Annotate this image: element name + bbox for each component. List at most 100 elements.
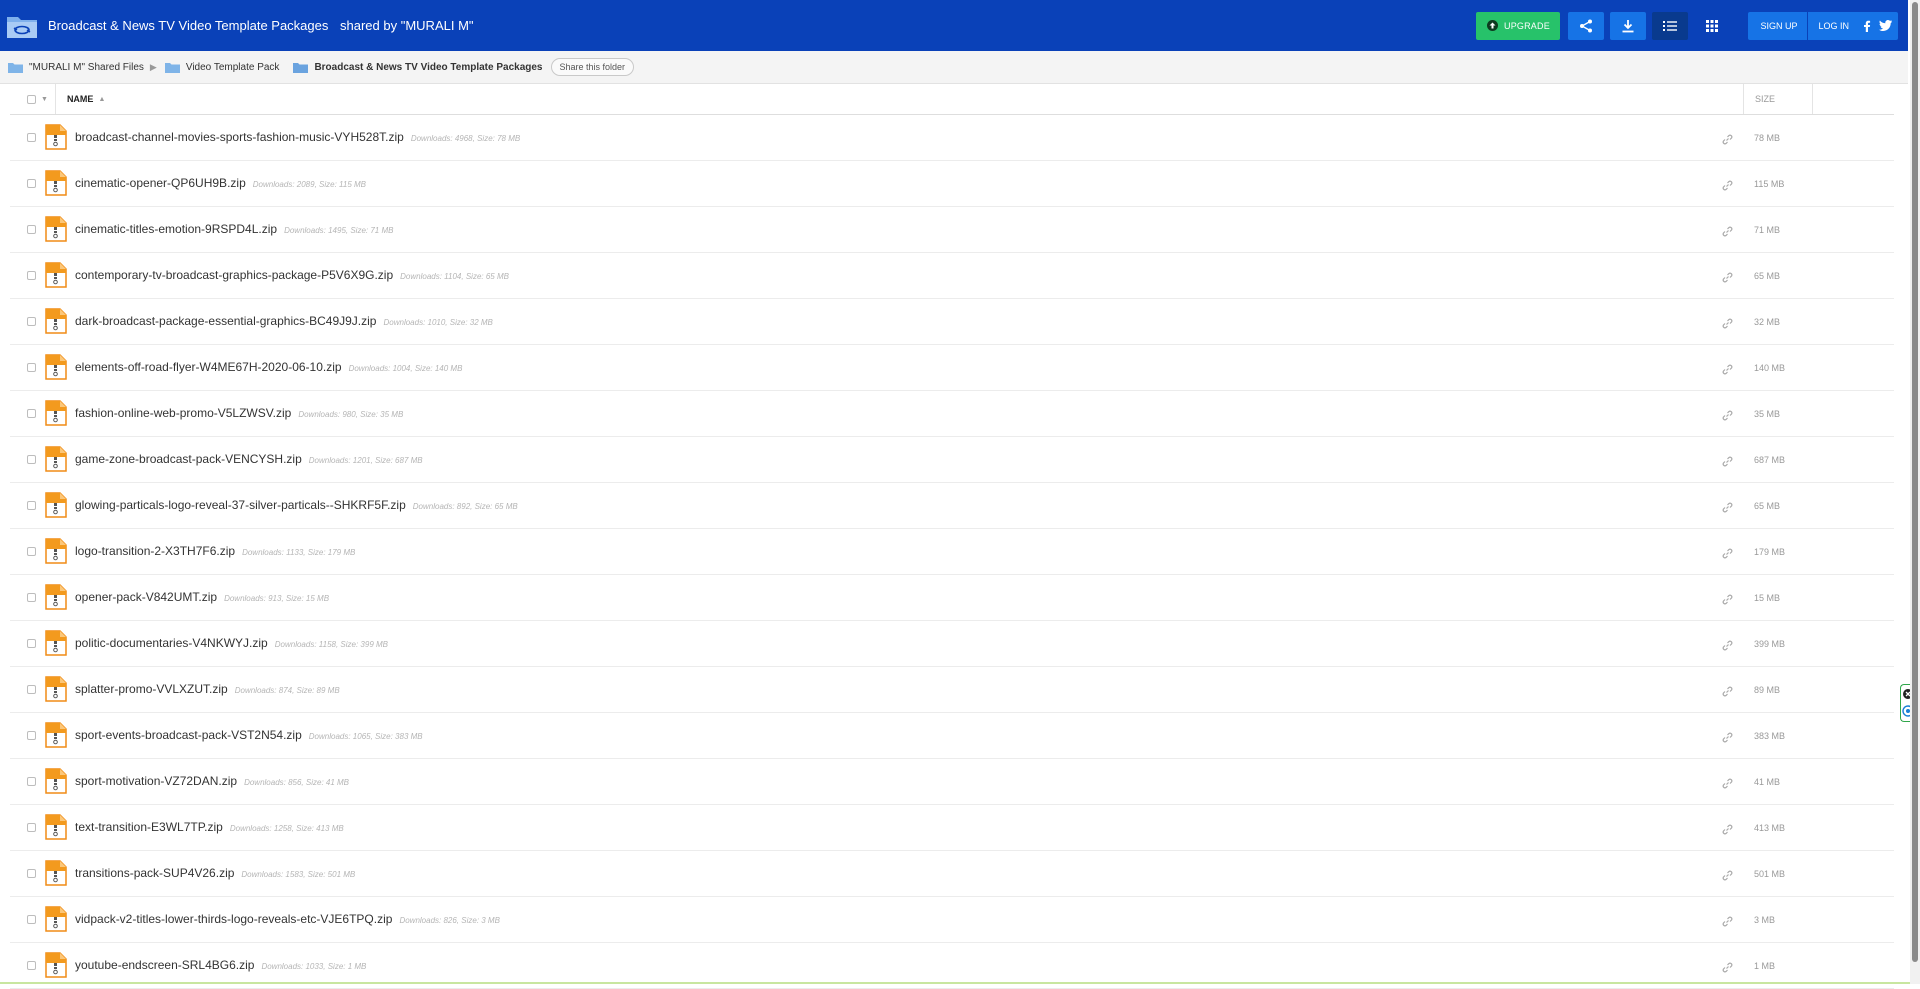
file-name-link[interactable]: splatter-promo-VVLXZUT.zip Downloads: 874… [75, 682, 340, 696]
file-name-link[interactable]: elements-off-road-flyer-W4ME67H-2020-06-… [75, 360, 462, 374]
row-checkbox[interactable] [27, 363, 36, 372]
table-row[interactable]: text-transition-E3WL7TP.zip Downloads: 12… [10, 805, 1894, 851]
table-row[interactable]: politic-documentaries-V4NKWYJ.zip Downloa… [10, 621, 1894, 667]
copy-link-button[interactable] [1722, 914, 1733, 932]
file-meta: Downloads: 1258, Size: 413 MB [229, 824, 344, 833]
row-checkbox[interactable] [27, 961, 36, 970]
row-checkbox[interactable] [27, 179, 36, 188]
table-row[interactable]: transitions-pack-SUP4V26.zip Downloads: 1… [10, 851, 1894, 897]
name-column-header[interactable]: NAME [67, 94, 94, 104]
row-checkbox[interactable] [27, 777, 36, 786]
copy-link-button[interactable] [1722, 638, 1733, 656]
table-row[interactable]: logo-transition-2-X3TH7F6.zip Downloads: … [10, 529, 1894, 575]
row-checkbox[interactable] [27, 731, 36, 740]
copy-link-button[interactable] [1722, 362, 1733, 380]
select-dropdown-chevron-down-icon[interactable]: ▼ [41, 96, 48, 103]
file-size: 399 MB [1754, 639, 1786, 649]
copy-link-button[interactable] [1722, 270, 1733, 288]
copy-link-button[interactable] [1722, 132, 1733, 150]
sort-ascending-icon[interactable]: ▲ [98, 96, 105, 103]
copy-link-button[interactable] [1722, 408, 1733, 426]
zip-file-icon [45, 768, 67, 794]
file-name-link[interactable]: transitions-pack-SUP4V26.zip Downloads: 1… [75, 866, 355, 880]
table-row[interactable]: cinematic-titles-emotion-9RSPD4L.zip Down… [10, 207, 1894, 253]
table-row[interactable]: dark-broadcast-package-essential-graphic… [10, 299, 1894, 345]
copy-link-button[interactable] [1722, 960, 1733, 978]
table-row[interactable]: vidpack-v2-titles-lower-thirds-logo-reve… [10, 897, 1894, 943]
copy-link-button[interactable] [1722, 500, 1733, 518]
table-row[interactable]: broadcast-channel-movies-sports-fashion-… [10, 115, 1894, 161]
row-checkbox[interactable] [27, 455, 36, 464]
column-divider [54, 84, 56, 114]
size-column-header[interactable]: SIZE [1755, 94, 1775, 104]
row-checkbox[interactable] [27, 915, 36, 924]
copy-link-button[interactable] [1722, 316, 1733, 334]
breadcrumb-item-shared-files[interactable]: "MURALI M" Shared Files [8, 62, 144, 73]
sign-up-button[interactable]: SIGN UP [1750, 12, 1807, 40]
file-name-link[interactable]: opener-pack-V842UMT.zip Downloads: 913, S… [75, 590, 329, 604]
copy-link-button[interactable] [1722, 822, 1733, 840]
file-name-link[interactable]: politic-documentaries-V4NKWYJ.zip Downloa… [75, 636, 388, 650]
share-folder-button[interactable]: Share this folder [550, 58, 635, 76]
table-row[interactable]: cinematic-opener-QP6UH9B.zip Downloads: 2… [10, 161, 1894, 207]
file-name-link[interactable]: glowing-particals-logo-reveal-37-silver-… [75, 498, 518, 512]
select-all-checkbox[interactable] [27, 94, 36, 104]
copy-link-button[interactable] [1722, 178, 1733, 196]
file-name-link[interactable]: youtube-endscreen-SRL4BG6.zip Downloads: … [75, 958, 366, 972]
table-row[interactable]: glowing-particals-logo-reveal-37-silver-… [10, 483, 1894, 529]
row-checkbox[interactable] [27, 271, 36, 280]
row-checkbox[interactable] [27, 409, 36, 418]
file-name-link[interactable]: broadcast-channel-movies-sports-fashion-… [75, 130, 520, 144]
table-row[interactable]: sport-events-broadcast-pack-VST2N54.zip D… [10, 713, 1894, 759]
table-row[interactable]: opener-pack-V842UMT.zip Downloads: 913, S… [10, 575, 1894, 621]
breadcrumb-item-video-template-pack[interactable]: Video Template Pack [164, 62, 279, 73]
log-in-button[interactable]: LOG IN [1808, 12, 1859, 40]
facebook-login-button[interactable] [1859, 20, 1875, 32]
row-checkbox[interactable] [27, 317, 36, 326]
page-scrollbar[interactable] [1910, 0, 1920, 984]
table-row[interactable]: elements-off-road-flyer-W4ME67H-2020-06-… [10, 345, 1894, 391]
table-row[interactable]: game-zone-broadcast-pack-VENCYSH.zip Down… [10, 437, 1894, 483]
file-name-link[interactable]: cinematic-opener-QP6UH9B.zip Downloads: 2… [75, 176, 366, 190]
copy-link-button[interactable] [1722, 592, 1733, 610]
row-checkbox[interactable] [27, 547, 36, 556]
file-name-link[interactable]: logo-transition-2-X3TH7F6.zip Downloads: … [75, 544, 355, 558]
copy-link-button[interactable] [1722, 868, 1733, 886]
file-icon [45, 630, 67, 661]
link-icon [1722, 962, 1733, 973]
scrollbar-thumb[interactable] [1912, 2, 1918, 962]
copy-link-button[interactable] [1722, 776, 1733, 794]
file-name-link[interactable]: fashion-online-web-promo-V5LZWSV.zip Down… [75, 406, 403, 420]
table-row[interactable]: contemporary-tv-broadcast-graphics-packa… [10, 253, 1894, 299]
download-button[interactable] [1610, 11, 1647, 40]
copy-link-button[interactable] [1722, 454, 1733, 472]
table-row[interactable]: splatter-promo-VVLXZUT.zip Downloads: 874… [10, 667, 1894, 713]
row-checkbox[interactable] [27, 225, 36, 234]
copy-link-button[interactable] [1722, 730, 1733, 748]
grid-view-button[interactable] [1694, 12, 1730, 40]
file-name-link[interactable]: dark-broadcast-package-essential-graphic… [75, 314, 493, 328]
file-name-link[interactable]: game-zone-broadcast-pack-VENCYSH.zip Down… [75, 452, 423, 466]
row-checkbox[interactable] [27, 639, 36, 648]
file-name-link[interactable]: contemporary-tv-broadcast-graphics-packa… [75, 268, 509, 282]
upgrade-button[interactable]: UPGRADE [1476, 11, 1561, 40]
row-checkbox[interactable] [27, 133, 36, 142]
copy-link-button[interactable] [1722, 546, 1733, 564]
file-name-link[interactable]: sport-events-broadcast-pack-VST2N54.zip D… [75, 728, 423, 742]
file-name-link[interactable]: text-transition-E3WL7TP.zip Downloads: 12… [75, 820, 344, 834]
table-row[interactable]: fashion-online-web-promo-V5LZWSV.zip Down… [10, 391, 1894, 437]
share-button[interactable] [1568, 11, 1605, 40]
copy-link-button[interactable] [1722, 224, 1733, 242]
file-name-link[interactable]: sport-motivation-VZ72DAN.zip Downloads: 8… [75, 774, 349, 788]
file-name-link[interactable]: cinematic-titles-emotion-9RSPD4L.zip Down… [75, 222, 393, 236]
row-checkbox[interactable] [27, 869, 36, 878]
table-row[interactable]: sport-motivation-VZ72DAN.zip Downloads: 8… [10, 759, 1894, 805]
row-checkbox[interactable] [27, 685, 36, 694]
copy-link-button[interactable] [1722, 684, 1733, 702]
row-checkbox[interactable] [27, 593, 36, 602]
twitter-login-button[interactable] [1875, 20, 1896, 31]
file-name-link[interactable]: vidpack-v2-titles-lower-thirds-logo-reve… [75, 912, 500, 926]
list-view-button[interactable] [1652, 11, 1689, 40]
row-checkbox[interactable] [27, 501, 36, 510]
row-checkbox[interactable] [27, 823, 36, 832]
